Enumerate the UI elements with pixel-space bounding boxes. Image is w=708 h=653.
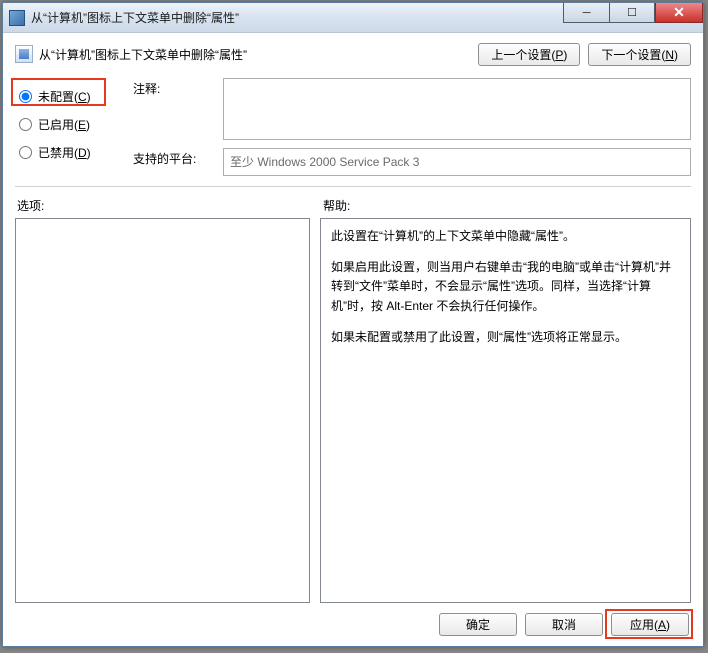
nav-buttons: 上一个设置(P) 下一个设置(N) xyxy=(478,43,691,66)
help-p2: 如果启用此设置，则当用户右键单击“我的电脑”或单击“计算机”并转到“文件”菜单时… xyxy=(331,258,680,316)
footer-buttons: 确定 取消 应用(A) xyxy=(15,603,691,638)
help-label: 帮助: xyxy=(315,197,691,214)
platform-row: 支持的平台: 至少 Windows 2000 Service Pack 3 xyxy=(133,148,691,176)
close-button[interactable]: ✕ xyxy=(655,3,703,23)
radio-enabled-input[interactable] xyxy=(19,118,32,131)
policy-icon xyxy=(15,45,33,63)
panels: 此设置在“计算机”的上下文菜单中隐藏“属性”。 如果启用此设置，则当用户右键单击… xyxy=(15,218,691,603)
cancel-button[interactable]: 取消 xyxy=(525,613,603,636)
help-p1: 此设置在“计算机”的上下文菜单中隐藏“属性”。 xyxy=(331,227,680,246)
options-panel xyxy=(15,218,310,603)
app-icon xyxy=(9,10,25,26)
window-title: 从“计算机”图标上下文菜单中删除“属性” xyxy=(31,9,239,26)
prev-setting-button[interactable]: 上一个设置(P) xyxy=(478,43,580,66)
minimize-button[interactable]: ─ xyxy=(563,3,609,23)
maximize-button[interactable]: ☐ xyxy=(609,3,655,23)
section-labels: 选项: 帮助: xyxy=(15,197,691,214)
config-area: 未配置(C) 已启用(E) 已禁用(D) 注释: 支持的平台: xyxy=(15,72,691,187)
highlight-apply xyxy=(605,609,693,639)
comment-textarea[interactable] xyxy=(223,78,691,140)
highlight-not-configured xyxy=(11,78,106,106)
comment-row: 注释: xyxy=(133,78,691,140)
window-controls: ─ ☐ ✕ xyxy=(563,3,703,23)
detail-column: 注释: 支持的平台: 至少 Windows 2000 Service Pack … xyxy=(133,78,691,176)
next-setting-button[interactable]: 下一个设置(N) xyxy=(588,43,691,66)
radio-disabled[interactable]: 已禁用(D) xyxy=(15,138,115,166)
radio-disabled-input[interactable] xyxy=(19,146,32,159)
header-left: 从“计算机”图标上下文菜单中删除“属性” xyxy=(15,43,247,63)
comment-label: 注释: xyxy=(133,78,213,140)
state-radios: 未配置(C) 已启用(E) 已禁用(D) xyxy=(15,78,115,176)
radio-enabled[interactable]: 已启用(E) xyxy=(15,110,115,138)
client-area: 从“计算机”图标上下文菜单中删除“属性” 上一个设置(P) 下一个设置(N) 未… xyxy=(3,33,703,646)
header-row: 从“计算机”图标上下文菜单中删除“属性” 上一个设置(P) 下一个设置(N) xyxy=(15,43,691,72)
help-panel: 此设置在“计算机”的上下文菜单中隐藏“属性”。 如果启用此设置，则当用户右键单击… xyxy=(320,218,691,603)
dialog-window: 从“计算机”图标上下文菜单中删除“属性” ─ ☐ ✕ 从“计算机”图标上下文菜单… xyxy=(2,2,704,647)
help-p3: 如果未配置或禁用了此设置，则“属性”选项将正常显示。 xyxy=(331,328,680,347)
titlebar: 从“计算机”图标上下文菜单中删除“属性” ─ ☐ ✕ xyxy=(3,3,703,33)
header-text: 从“计算机”图标上下文菜单中删除“属性” xyxy=(39,46,247,63)
options-label: 选项: xyxy=(15,197,315,214)
platform-text: 至少 Windows 2000 Service Pack 3 xyxy=(223,148,691,176)
ok-button[interactable]: 确定 xyxy=(439,613,517,636)
platform-label: 支持的平台: xyxy=(133,148,213,176)
